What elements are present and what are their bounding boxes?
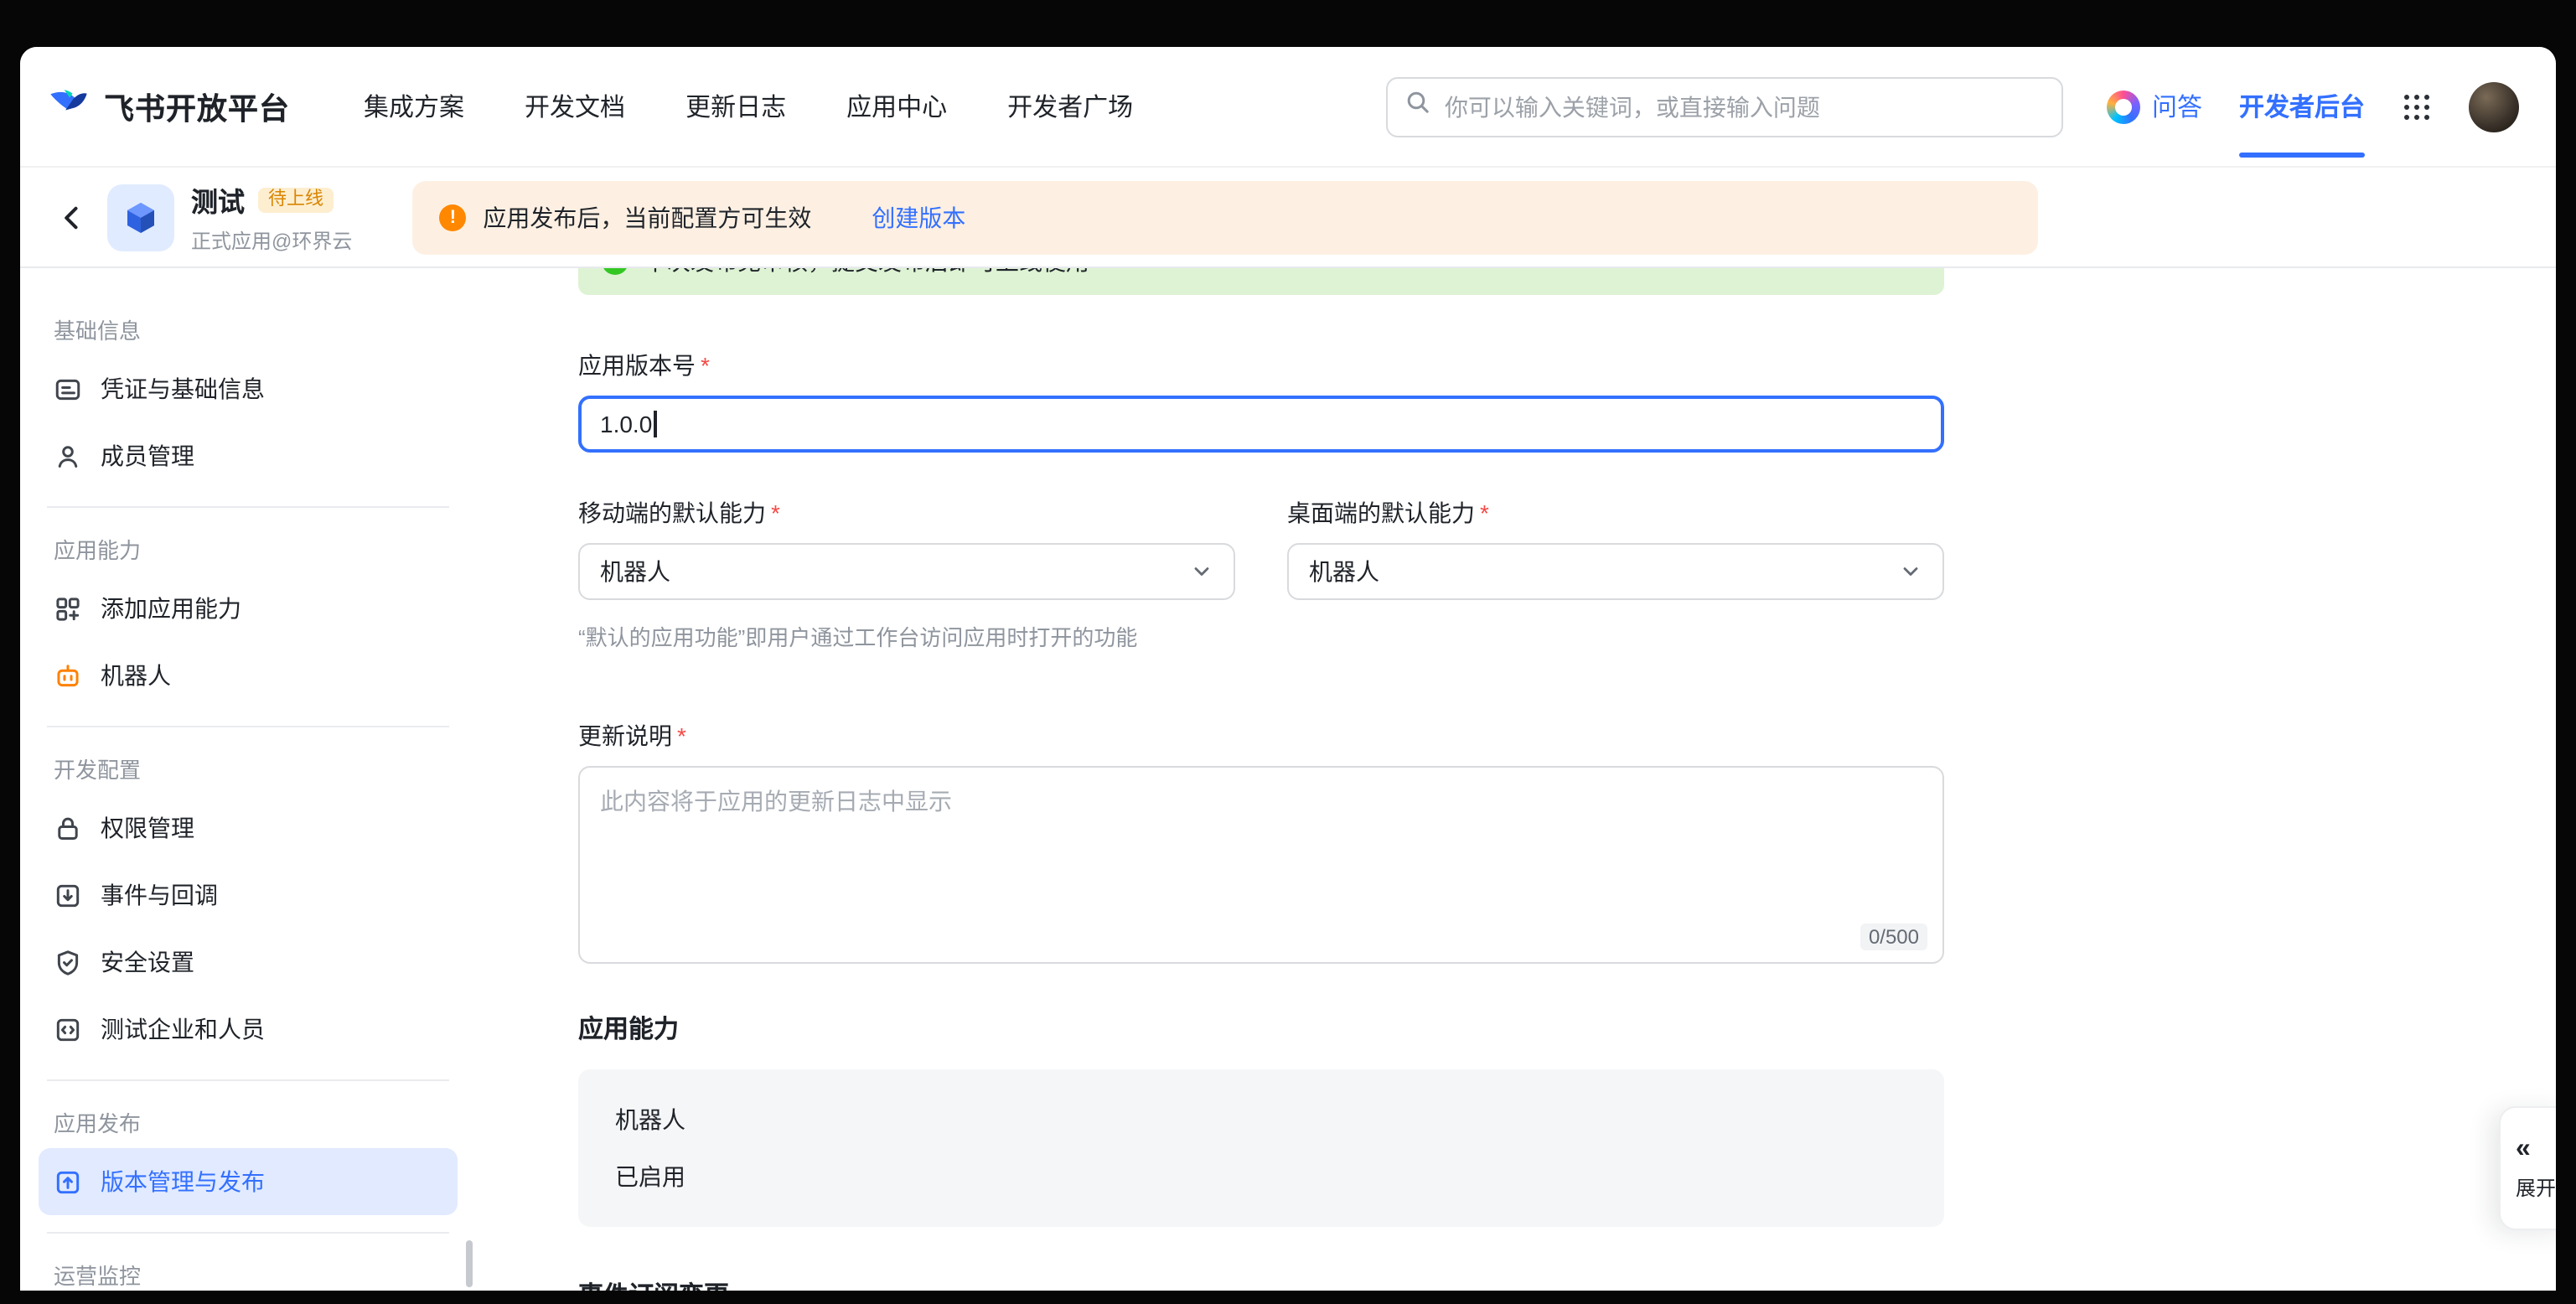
id-card-icon bbox=[54, 375, 82, 403]
qa-gradient-icon bbox=[2107, 90, 2140, 123]
desktop-capability-label: 桌面端的默认能力* bbox=[1287, 496, 1944, 530]
app-subtitle: 正式应用@环界云 bbox=[191, 226, 352, 255]
code-brackets-icon bbox=[54, 1015, 82, 1043]
version-label: 应用版本号* bbox=[578, 349, 2556, 382]
expand-panel-button[interactable]: « 展开 bbox=[2499, 1106, 2556, 1230]
app-cube-icon bbox=[107, 184, 174, 251]
app-header-bar: 测试 待上线 正式应用@环界云 ! 应用发布后，当前配置方可生效 创建版本 bbox=[20, 168, 2556, 268]
success-check-icon bbox=[602, 268, 628, 275]
nav-app-center[interactable]: 应用中心 bbox=[846, 89, 947, 124]
search-icon bbox=[1404, 89, 1431, 124]
body: 基础信息 凭证与基础信息 成员管理 应用能力 bbox=[20, 268, 2556, 1291]
app-meta: 测试 待上线 正式应用@环界云 bbox=[191, 179, 352, 255]
app-name: 测试 bbox=[191, 179, 245, 220]
tab-developer-console[interactable]: 开发者后台 bbox=[2239, 47, 2365, 166]
screen: 飞书开放平台 集成方案 开发文档 更新日志 应用中心 开发者广场 bbox=[0, 0, 2576, 1304]
create-version-link[interactable]: 创建版本 bbox=[872, 200, 965, 234]
capability-selects-row: 移动端的默认能力* 机器人 桌面端的默认能力* 机器人 bbox=[578, 453, 2556, 600]
desktop-capability-select[interactable]: 机器人 bbox=[1287, 543, 1944, 600]
sidebar-section-release: 应用发布 bbox=[20, 1108, 476, 1141]
mobile-capability-label: 移动端的默认能力* bbox=[578, 496, 1235, 530]
sidebar-section-capabilities: 应用能力 bbox=[20, 535, 476, 568]
event-callback-icon bbox=[54, 881, 82, 909]
search-box[interactable] bbox=[1386, 76, 2063, 137]
required-asterisk: * bbox=[701, 352, 710, 379]
capability-item-status: 已启用 bbox=[615, 1160, 1907, 1193]
shield-check-icon bbox=[54, 948, 82, 976]
user-icon bbox=[54, 442, 82, 470]
warning-icon: ! bbox=[439, 204, 466, 230]
sidebar: 基础信息 凭证与基础信息 成员管理 应用能力 bbox=[20, 268, 476, 1291]
divider bbox=[47, 1232, 449, 1234]
divider bbox=[47, 1079, 449, 1081]
logo-text: 飞书开放平台 bbox=[104, 85, 290, 128]
main-content: 本次发布免审核，提交发布后即可上线使用 应用版本号* 1.0.0 移动端的默认能… bbox=[476, 268, 2556, 1291]
robot-icon bbox=[54, 661, 82, 690]
browser-window: 飞书开放平台 集成方案 开发文档 更新日志 应用中心 开发者广场 bbox=[20, 47, 2556, 1291]
chevron-down-icon bbox=[1899, 560, 1922, 583]
capability-section-title: 应用能力 bbox=[578, 1011, 2556, 1046]
feishu-logo-icon bbox=[47, 80, 91, 132]
sidebar-item-members[interactable]: 成员管理 bbox=[39, 422, 458, 489]
capability-summary-box: 机器人 已启用 bbox=[578, 1069, 1944, 1227]
version-input[interactable]: 1.0.0 bbox=[578, 396, 1944, 453]
search-input[interactable] bbox=[1445, 93, 2045, 120]
success-text: 本次发布免审核，提交发布后即可上线使用 bbox=[644, 268, 1089, 278]
nav-changelog[interactable]: 更新日志 bbox=[685, 89, 786, 124]
capability-hint: “默认的应用功能”即用户通过工作台访问应用时打开的功能 bbox=[578, 620, 2556, 652]
sidebar-item-add-capability[interactable]: 添加应用能力 bbox=[39, 575, 458, 642]
sidebar-item-permissions[interactable]: 权限管理 bbox=[39, 794, 458, 862]
success-banner: 本次发布免审核，提交发布后即可上线使用 bbox=[578, 268, 1944, 295]
capability-item-name: 机器人 bbox=[615, 1103, 1907, 1136]
divider bbox=[47, 726, 449, 727]
sidebar-item-version-release[interactable]: 版本管理与发布 bbox=[39, 1148, 458, 1215]
header-right: 问答 开发者后台 bbox=[2107, 47, 2519, 166]
chevron-down-icon bbox=[1190, 560, 1213, 583]
sidebar-item-events-callbacks[interactable]: 事件与回调 bbox=[39, 862, 458, 929]
double-chevron-left-icon: « bbox=[2516, 1136, 2531, 1162]
feishu-logo[interactable]: 飞书开放平台 bbox=[47, 80, 290, 132]
sidebar-section-basic: 基础信息 bbox=[20, 315, 476, 349]
lock-icon bbox=[54, 814, 82, 842]
sidebar-item-security[interactable]: 安全设置 bbox=[39, 929, 458, 996]
char-counter: 0/500 bbox=[1860, 924, 1927, 950]
avatar[interactable] bbox=[2469, 81, 2519, 132]
mobile-capability-select[interactable]: 机器人 bbox=[578, 543, 1235, 600]
grid-plus-icon bbox=[54, 594, 82, 623]
sidebar-item-credentials[interactable]: 凭证与基础信息 bbox=[39, 355, 458, 422]
primary-nav: 集成方案 开发文档 更新日志 应用中心 开发者广场 bbox=[364, 89, 1133, 124]
sidebar-item-test-org[interactable]: 测试企业和人员 bbox=[39, 996, 458, 1063]
qa-entry[interactable]: 问答 bbox=[2107, 89, 2202, 124]
notice-text: 应用发布后，当前配置方可生效 bbox=[483, 200, 811, 234]
top-header: 飞书开放平台 集成方案 开发文档 更新日志 应用中心 开发者广场 bbox=[20, 47, 2556, 168]
events-section-title: 事件订阅变更 bbox=[578, 1277, 2556, 1291]
status-badge: 待上线 bbox=[258, 187, 334, 212]
changelog-textarea-box: 0/500 bbox=[578, 766, 1944, 964]
apps-grid-icon[interactable] bbox=[2402, 91, 2432, 122]
changelog-textarea[interactable] bbox=[580, 768, 1942, 962]
publish-notice-banner: ! 应用发布后，当前配置方可生效 创建版本 bbox=[412, 180, 2038, 254]
text-caret bbox=[654, 411, 656, 437]
nav-dev-plaza[interactable]: 开发者广场 bbox=[1007, 89, 1133, 124]
sidebar-section-dev-config: 开发配置 bbox=[20, 754, 476, 788]
back-button[interactable] bbox=[50, 195, 94, 239]
changelog-label: 更新说明* bbox=[578, 719, 2556, 753]
divider bbox=[47, 506, 449, 508]
publish-icon bbox=[54, 1167, 82, 1196]
sidebar-scrollbar[interactable] bbox=[466, 1240, 473, 1287]
sidebar-item-bot[interactable]: 机器人 bbox=[39, 642, 458, 709]
expand-label: 展开 bbox=[2516, 1172, 2556, 1201]
sidebar-section-monitoring: 运营监控 bbox=[20, 1260, 476, 1291]
nav-integration[interactable]: 集成方案 bbox=[364, 89, 464, 124]
qa-label: 问答 bbox=[2152, 89, 2202, 124]
nav-docs[interactable]: 开发文档 bbox=[525, 89, 625, 124]
